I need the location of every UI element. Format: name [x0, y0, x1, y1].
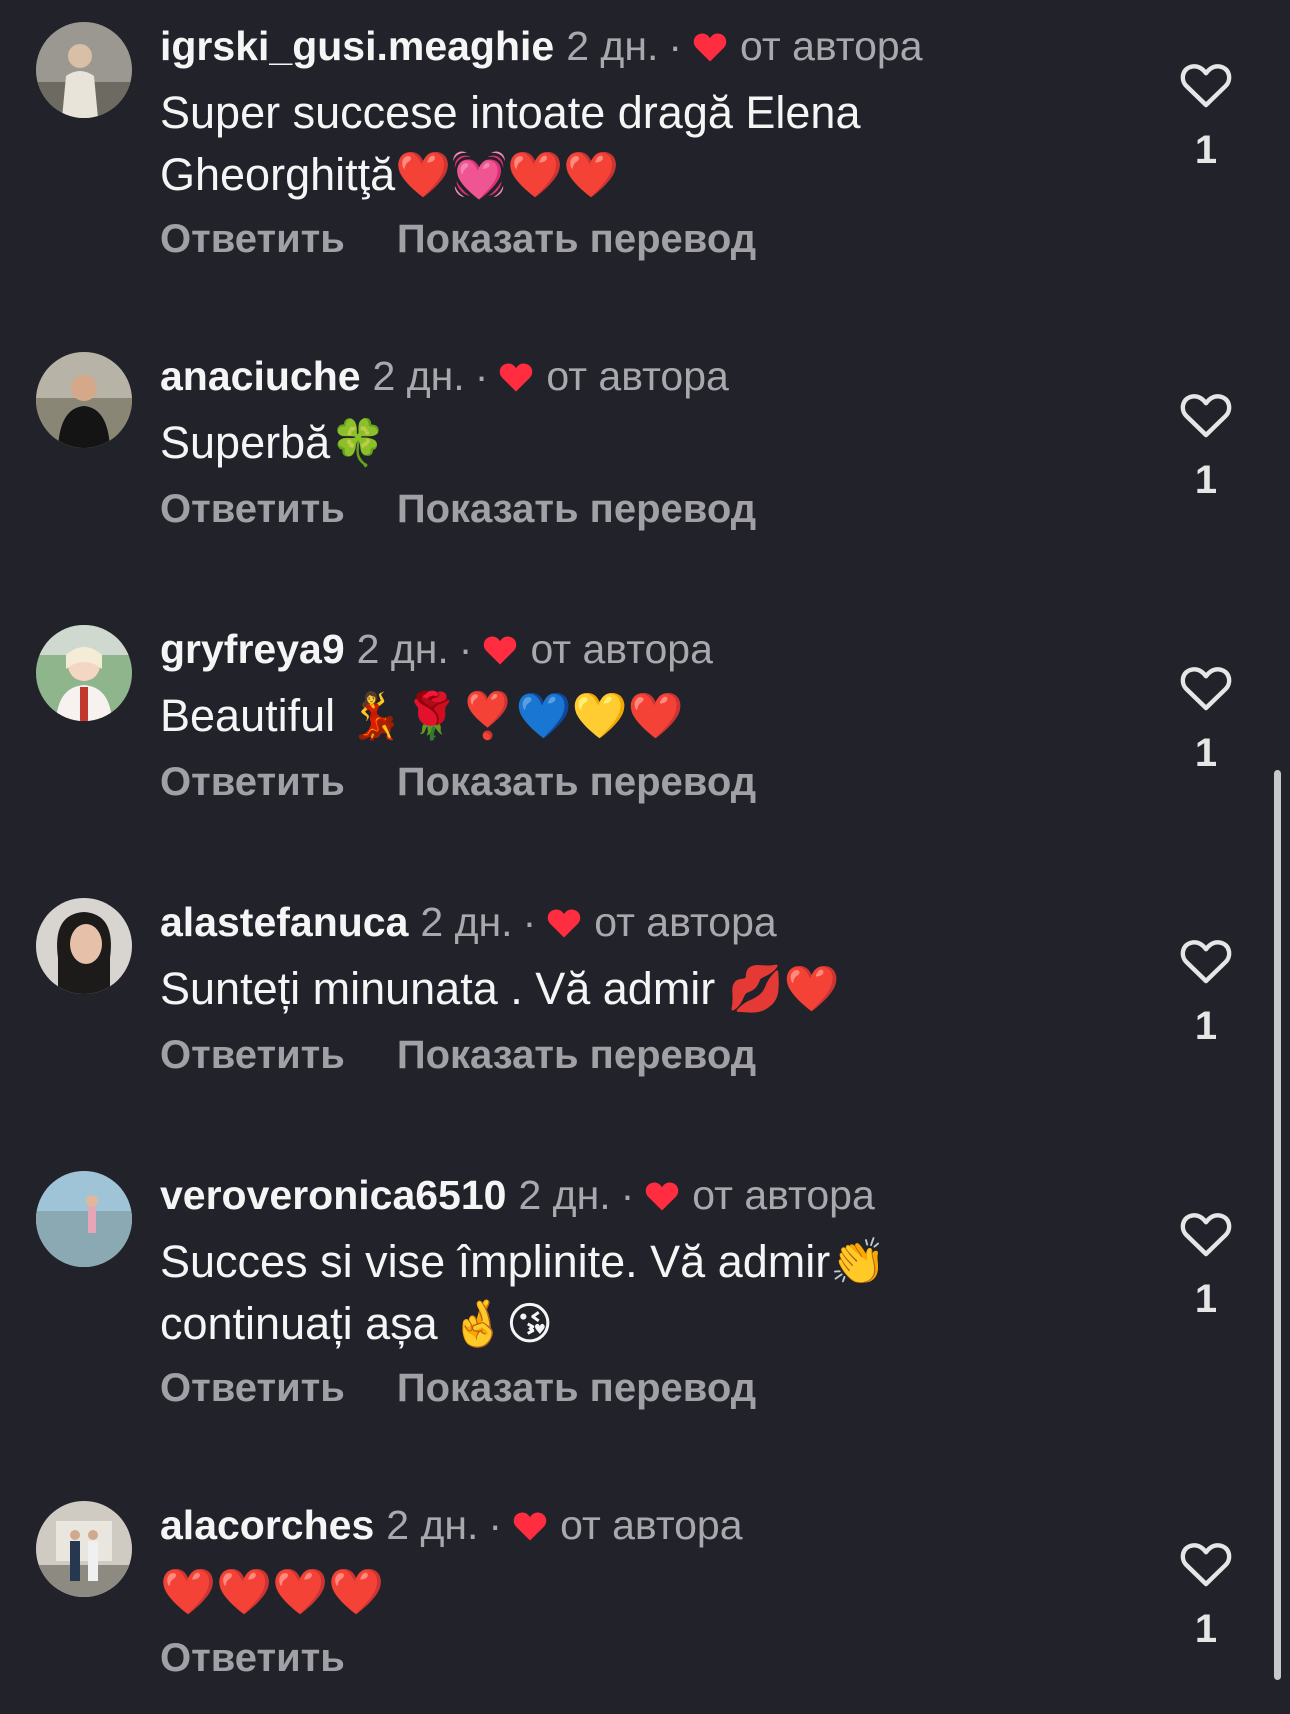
- heart-outline-icon[interactable]: [1180, 1541, 1232, 1587]
- comment-actions: Ответить Показать перевод: [160, 1366, 756, 1411]
- like-control: 1: [1178, 1211, 1234, 1322]
- heart-outline-icon[interactable]: [1180, 938, 1232, 984]
- separator-dot: ·: [458, 626, 473, 672]
- reply-button[interactable]: Ответить: [160, 1636, 345, 1681]
- heart-outline-icon[interactable]: [1180, 62, 1232, 108]
- timestamp: 2 дн.: [372, 353, 465, 399]
- timestamp: 2 дн.: [518, 1172, 611, 1218]
- comment-actions: Ответить Показать перевод: [160, 1033, 756, 1078]
- avatar[interactable]: [36, 625, 132, 721]
- timestamp: 2 дн.: [420, 899, 513, 945]
- author-liked-heart-icon: [693, 33, 727, 62]
- comment-text: Sunteți minunata . Vă admir 💋❤️: [160, 963, 840, 1014]
- timestamp: 2 дн.: [386, 1502, 479, 1548]
- like-control: 1: [1178, 665, 1234, 776]
- separator-dot: ·: [474, 353, 489, 399]
- author-liked-heart-icon: [513, 1512, 547, 1541]
- like-count: 1: [1194, 731, 1218, 775]
- show-translation-button[interactable]: Показать перевод: [397, 217, 756, 262]
- show-translation-button[interactable]: Показать перевод: [397, 487, 756, 532]
- avatar[interactable]: [36, 1501, 132, 1597]
- separator-dot: ·: [668, 23, 683, 69]
- comment-actions: Ответить Показать перевод: [160, 487, 756, 532]
- username[interactable]: alastefanuca: [160, 899, 408, 945]
- author-label: от автора: [530, 626, 713, 672]
- comment-text: Super succese intoate dragă Elena Gheorg…: [160, 87, 861, 200]
- show-translation-button[interactable]: Показать перевод: [397, 1033, 756, 1078]
- timestamp: 2 дн.: [356, 626, 449, 672]
- comment-text: Superbă🍀: [160, 417, 387, 468]
- heart-outline-icon[interactable]: [1180, 1211, 1232, 1257]
- author-liked-heart-icon: [547, 909, 581, 938]
- avatar[interactable]: [36, 22, 132, 118]
- username[interactable]: gryfreya9: [160, 626, 345, 672]
- like-count: 1: [1194, 1277, 1218, 1321]
- comment-actions: Ответить: [160, 1636, 345, 1681]
- comment-text: Succes si vise împlinite. Vă admir👏 cont…: [160, 1236, 887, 1349]
- reply-button[interactable]: Ответить: [160, 217, 345, 262]
- username[interactable]: anaciuche: [160, 353, 361, 399]
- comment-header: veroveronica6510 2 дн. · от автора: [160, 1171, 875, 1219]
- heart-outline-icon[interactable]: [1180, 665, 1232, 711]
- username[interactable]: igrski_gusi.meaghie: [160, 23, 554, 69]
- like-control: 1: [1178, 938, 1234, 1049]
- comment-text: ❤️❤️❤️❤️: [160, 1566, 385, 1617]
- avatar[interactable]: [36, 1171, 132, 1267]
- like-count: 1: [1194, 128, 1218, 172]
- separator-dot: ·: [620, 1172, 635, 1218]
- separator-dot: ·: [522, 899, 537, 945]
- like-count: 1: [1194, 458, 1218, 502]
- author-liked-heart-icon: [484, 636, 517, 665]
- author-label: от автора: [740, 23, 923, 69]
- reply-button[interactable]: Ответить: [160, 1033, 345, 1078]
- like-count: 1: [1194, 1607, 1218, 1651]
- like-control: 1: [1178, 1541, 1234, 1652]
- reply-button[interactable]: Ответить: [160, 487, 345, 532]
- comment-header: igrski_gusi.meaghie 2 дн. · от автора: [160, 22, 923, 70]
- separator-dot: ·: [488, 1502, 503, 1548]
- author-liked-heart-icon: [646, 1182, 679, 1211]
- comment-header: alastefanuca 2 дн. · от автора: [160, 898, 777, 946]
- timestamp: 2 дн.: [566, 23, 659, 69]
- comment-header: alacorches 2 дн. · от автора: [160, 1501, 743, 1549]
- username[interactable]: veroveronica6510: [160, 1172, 506, 1218]
- username[interactable]: alacorches: [160, 1502, 374, 1548]
- comment-text: Beautiful 💃🌹❣️💙💛❤️: [160, 690, 684, 741]
- avatar[interactable]: [36, 352, 132, 448]
- comment-actions: Ответить Показать перевод: [160, 217, 756, 262]
- comment-header: anaciuche 2 дн. · от автора: [160, 352, 729, 400]
- comment-actions: Ответить Показать перевод: [160, 760, 756, 805]
- author-label: от автора: [560, 1502, 743, 1548]
- show-translation-button[interactable]: Показать перевод: [397, 760, 756, 805]
- show-translation-button[interactable]: Показать перевод: [397, 1366, 756, 1411]
- author-label: от автора: [546, 353, 729, 399]
- author-label: от автора: [692, 1172, 875, 1218]
- reply-button[interactable]: Ответить: [160, 760, 345, 805]
- like-control: 1: [1178, 392, 1234, 503]
- avatar[interactable]: [36, 898, 132, 994]
- author-liked-heart-icon: [500, 363, 533, 392]
- like-count: 1: [1194, 1004, 1218, 1048]
- author-label: от автора: [594, 899, 777, 945]
- like-control: 1: [1178, 62, 1234, 173]
- comment-header: gryfreya9 2 дн. · от автора: [160, 625, 713, 673]
- heart-outline-icon[interactable]: [1180, 392, 1232, 438]
- reply-button[interactable]: Ответить: [160, 1366, 345, 1411]
- scrollbar[interactable]: [1274, 770, 1281, 1680]
